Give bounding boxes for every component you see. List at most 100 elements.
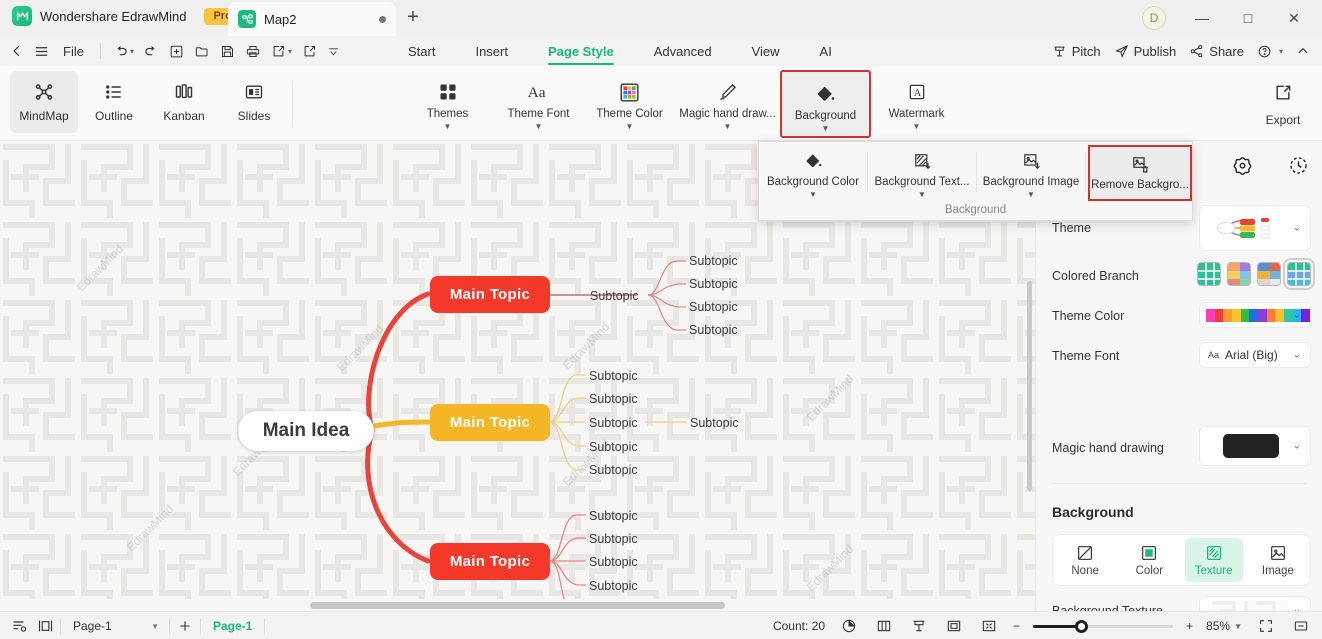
theme-thumbnail-select[interactable]: ⌄: [1199, 205, 1311, 251]
ribbon-background[interactable]: Background ▼: [780, 70, 871, 138]
menu-icon[interactable]: [30, 36, 53, 66]
subtopic-node[interactable]: Subtopic: [590, 289, 639, 303]
tab-ai[interactable]: AI: [820, 36, 832, 66]
branch-option-2[interactable]: [1227, 262, 1251, 286]
chevron-down-icon[interactable]: ▼: [809, 190, 817, 199]
chevron-down-icon[interactable]: ▼: [918, 190, 926, 199]
subtopic-leaf-node[interactable]: Subtopic: [689, 300, 738, 314]
subtopic-node[interactable]: Subtopic: [589, 369, 638, 383]
page-select[interactable]: Page-1 ▼: [65, 615, 165, 637]
branch-option-4[interactable]: [1283, 258, 1315, 290]
view-mode-kanban[interactable]: Kanban: [150, 71, 218, 133]
zoom-in-button[interactable]: +: [1186, 619, 1193, 633]
history-icon[interactable]: [1284, 151, 1312, 179]
scrollbar-thumb[interactable]: [1027, 281, 1032, 491]
export-button[interactable]: Export: [1252, 74, 1314, 136]
chevron-down-icon[interactable]: ▼: [535, 122, 543, 131]
export-share-icon[interactable]: ▾: [267, 36, 296, 66]
redo-icon[interactable]: [140, 36, 163, 66]
collapse-ribbon-button[interactable]: [1292, 36, 1314, 66]
chevron-down-icon[interactable]: ⌄: [1293, 223, 1301, 234]
main-topic-node-2[interactable]: Main Topic: [430, 404, 550, 441]
tab-advanced[interactable]: Advanced: [654, 36, 712, 66]
subtopic-leaf-node[interactable]: Subtopic: [690, 416, 739, 430]
chevron-down-icon[interactable]: ⌄: [1293, 441, 1301, 452]
undo-icon[interactable]: ▾: [109, 36, 138, 66]
background-mode-texture[interactable]: Texture: [1184, 538, 1243, 582]
dropdown-remove-background[interactable]: Remove Backgro...: [1088, 145, 1192, 201]
dropdown-background-image[interactable]: Background Image ▼: [977, 144, 1085, 202]
main-topic-node-3[interactable]: Main Topic: [430, 543, 550, 580]
new-tab-button[interactable]: +: [402, 7, 424, 27]
import-icon[interactable]: [298, 36, 321, 66]
background-mode-none[interactable]: None: [1056, 538, 1114, 582]
main-topic-node-1[interactable]: Main Topic: [430, 276, 550, 313]
magic-hand-drawing-select[interactable]: ⌄: [1199, 426, 1311, 466]
pitch-button[interactable]: Pitch: [1048, 36, 1105, 66]
settings-icon[interactable]: [1228, 151, 1256, 179]
theme-font-select[interactable]: Aa Arial (Big) ⌄: [1199, 342, 1311, 368]
publish-button[interactable]: Publish: [1110, 36, 1181, 66]
central-topic-node[interactable]: Main Idea: [238, 411, 374, 451]
maximize-button[interactable]: □: [1226, 0, 1270, 36]
subtopic-node[interactable]: Subtopic: [589, 392, 638, 406]
zoom-out-button[interactable]: −: [1013, 619, 1020, 633]
dropdown-background-color[interactable]: Background Color ▼: [759, 144, 867, 202]
branch-option-3[interactable]: [1257, 262, 1281, 286]
fit-icon[interactable]: [978, 614, 1000, 638]
frame-icon[interactable]: [943, 614, 965, 638]
subtopic-leaf-node[interactable]: Subtopic: [689, 323, 738, 337]
ribbon-themes[interactable]: Themes ▼: [402, 70, 493, 138]
columns-icon[interactable]: [873, 614, 895, 638]
canvas-horizontal-scrollbar[interactable]: [0, 599, 1035, 611]
subtopic-leaf-node[interactable]: Subtopic: [689, 277, 738, 291]
fit-window-icon[interactable]: [1290, 614, 1312, 638]
view-mode-mindmap[interactable]: MindMap: [10, 71, 78, 133]
chevron-down-icon[interactable]: ▼: [724, 122, 732, 131]
page-tab-page-1[interactable]: Page-1: [205, 619, 260, 633]
chevron-down-icon[interactable]: ▼: [444, 122, 452, 131]
avatar[interactable]: D: [1142, 6, 1166, 30]
dropdown-background-texture[interactable]: Background Text... ▼: [868, 144, 976, 202]
open-folder-icon[interactable]: [190, 36, 214, 66]
zoom-slider-knob[interactable]: [1075, 619, 1089, 633]
background-mode-color[interactable]: Color: [1120, 538, 1178, 582]
ribbon-magic-hand-drawing[interactable]: Magic hand draw... ▼: [675, 70, 780, 138]
minimize-button[interactable]: —: [1180, 0, 1224, 36]
chevron-down-icon[interactable]: ▼: [626, 122, 634, 131]
background-mode-image[interactable]: Image: [1249, 538, 1307, 582]
zoom-slider[interactable]: [1033, 619, 1174, 633]
split-view-icon[interactable]: [34, 614, 56, 638]
outline-view-icon[interactable]: [8, 614, 30, 638]
back-icon[interactable]: [6, 36, 28, 66]
subtopic-node[interactable]: Subtopic: [589, 463, 638, 477]
pie-icon[interactable]: [838, 614, 860, 638]
more-commands-icon[interactable]: [323, 36, 345, 66]
help-button[interactable]: ▾: [1253, 36, 1287, 66]
share-button[interactable]: Share: [1185, 36, 1248, 66]
chevron-down-icon[interactable]: ▼: [822, 124, 830, 133]
chevron-down-icon[interactable]: ▼: [1027, 190, 1035, 199]
pitch-icon[interactable]: [908, 614, 930, 638]
scrollbar-thumb[interactable]: [310, 602, 725, 609]
new-file-icon[interactable]: [165, 36, 188, 66]
subtopic-leaf-node[interactable]: Subtopic: [689, 254, 738, 268]
tab-start[interactable]: Start: [408, 36, 435, 66]
chevron-down-icon[interactable]: ⌄: [1293, 350, 1301, 361]
chevron-down-icon[interactable]: ▼: [913, 122, 921, 131]
ribbon-theme-color[interactable]: Theme Color ▼: [584, 70, 675, 138]
subtopic-node[interactable]: Subtopic: [589, 509, 638, 523]
chevron-down-icon[interactable]: ▼: [151, 622, 159, 631]
tab-insert[interactable]: Insert: [475, 36, 508, 66]
subtopic-node[interactable]: Subtopic: [589, 555, 638, 569]
view-mode-outline[interactable]: Outline: [80, 71, 148, 133]
chevron-down-icon[interactable]: ⌄: [1293, 310, 1301, 321]
tab-view[interactable]: View: [752, 36, 780, 66]
fullscreen-icon[interactable]: [1255, 614, 1277, 638]
ribbon-watermark[interactable]: A Watermark ▼: [871, 70, 962, 138]
subtopic-node[interactable]: Subtopic: [589, 579, 638, 593]
zoom-level-value[interactable]: 85%: [1206, 619, 1230, 633]
save-icon[interactable]: [216, 36, 239, 66]
print-icon[interactable]: [241, 36, 265, 66]
document-tab-map2[interactable]: Map2: [228, 2, 396, 36]
